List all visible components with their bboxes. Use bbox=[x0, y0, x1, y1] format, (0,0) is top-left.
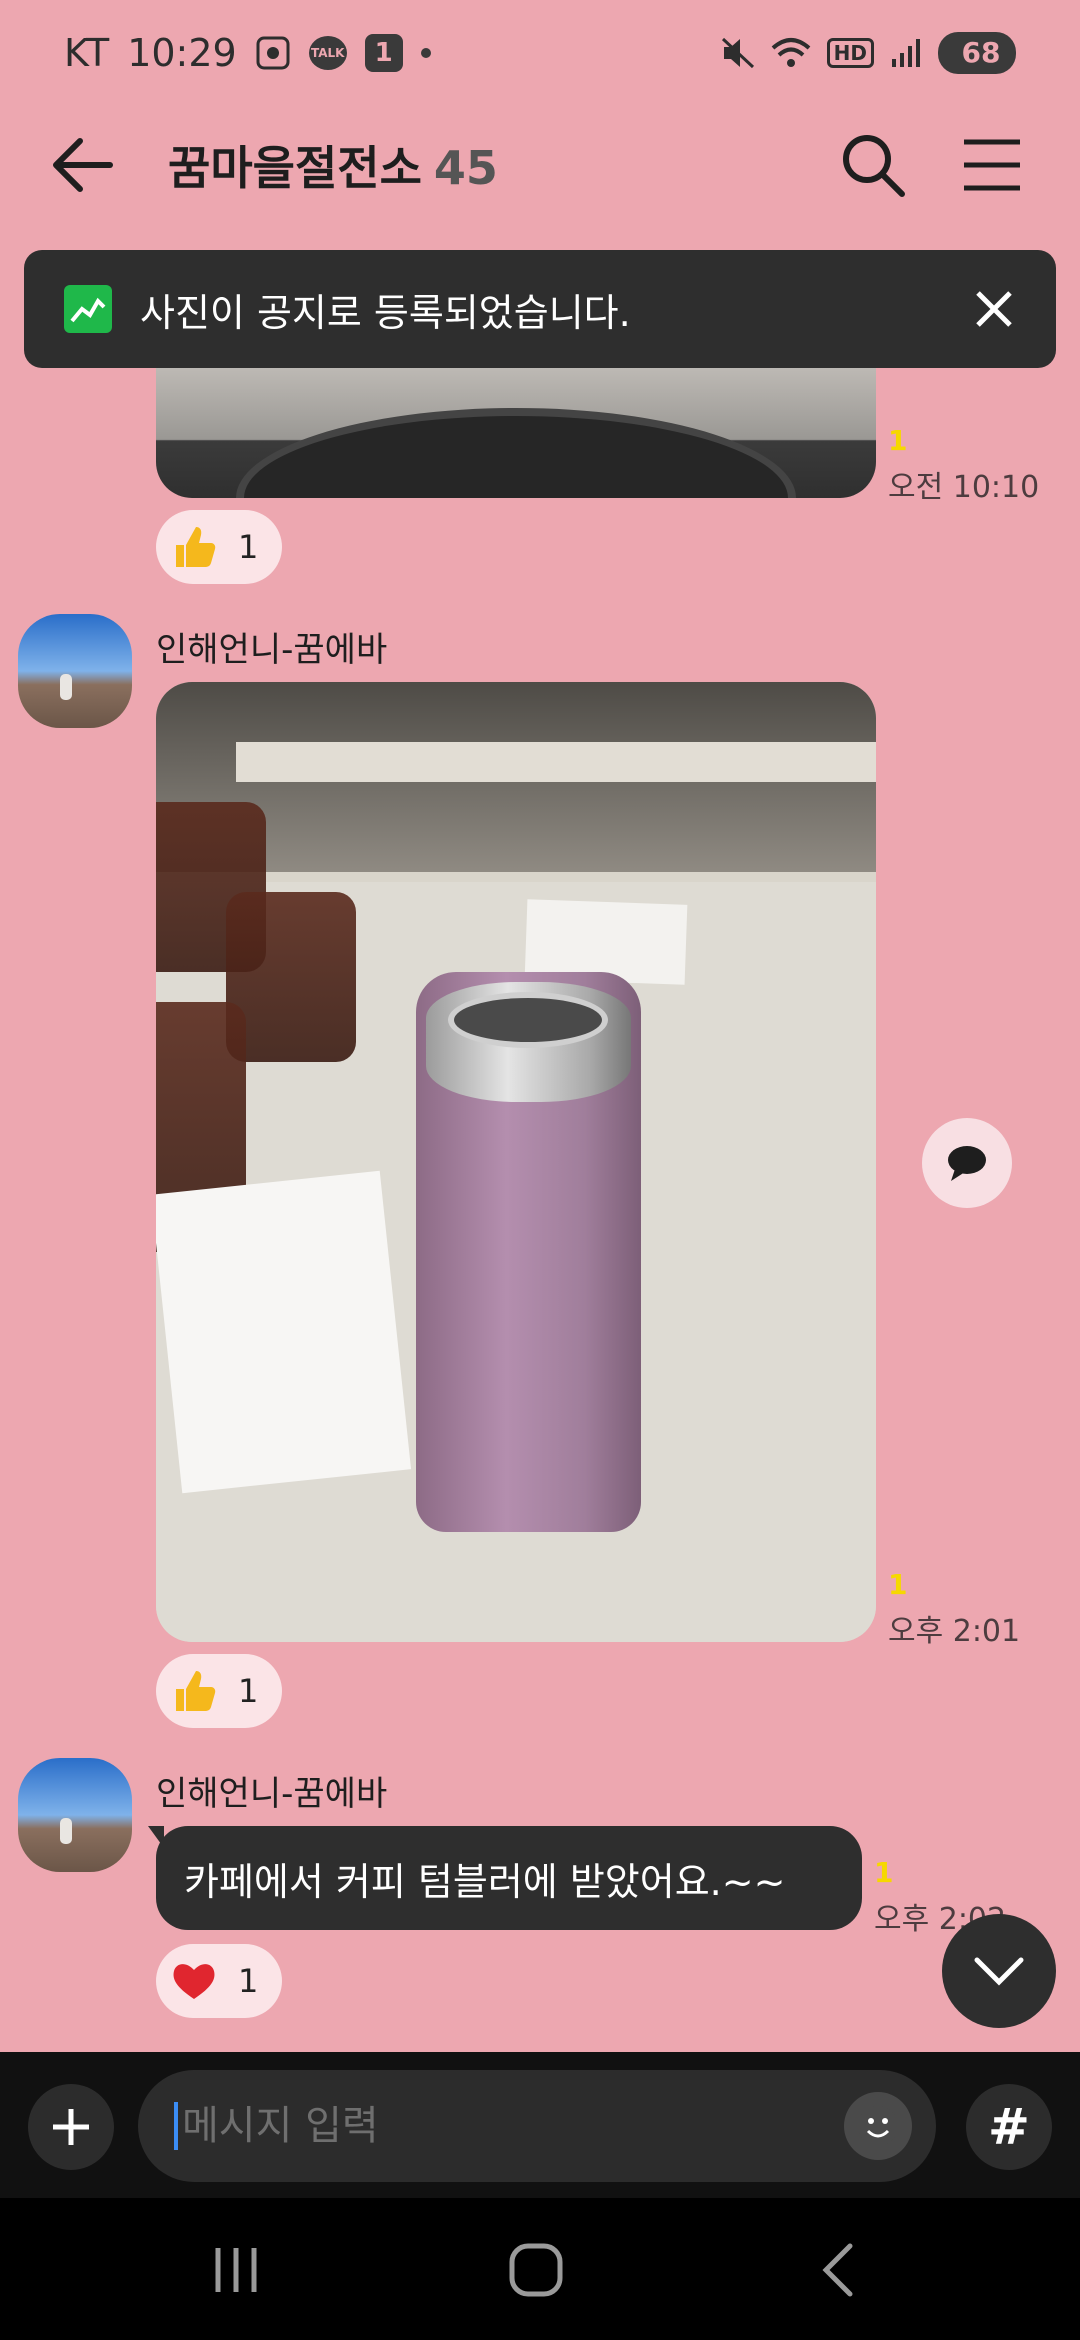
emoji-button[interactable] bbox=[844, 2092, 912, 2160]
heart-icon bbox=[173, 1964, 215, 1999]
battery-indicator: 68 bbox=[938, 31, 1016, 74]
photo-message[interactable] bbox=[156, 682, 876, 1642]
plus-icon bbox=[53, 2109, 89, 2145]
sender-name: 인해언니-꿈에바 bbox=[156, 630, 388, 670]
member-count: 45 bbox=[433, 141, 498, 195]
thumbs-up-icon bbox=[176, 527, 216, 567]
close-icon bbox=[976, 291, 1012, 327]
unread-count: 1 bbox=[874, 1856, 894, 1889]
notice-image-icon bbox=[64, 285, 112, 333]
notice-toast: 사진이 공지로 등록되었습니다. bbox=[24, 250, 1056, 368]
photo-content bbox=[236, 408, 796, 498]
close-toast-button[interactable] bbox=[972, 287, 1016, 331]
clock: 10:29 bbox=[127, 30, 237, 75]
avatar[interactable] bbox=[18, 614, 132, 728]
notice-toast-text: 사진이 공지로 등록되었습니다. bbox=[140, 290, 631, 335]
message-time: 오전 10:10 bbox=[888, 470, 1040, 505]
message-input-container bbox=[138, 2070, 936, 2182]
back-nav-button[interactable] bbox=[800, 2240, 880, 2300]
recent-apps-button[interactable] bbox=[196, 2240, 276, 2300]
signal-icon bbox=[890, 37, 922, 69]
carrier-label: KT bbox=[64, 30, 110, 75]
reaction-count: 1 bbox=[238, 1672, 259, 1710]
speech-bubble-icon bbox=[948, 1146, 986, 1181]
room-name: 꿈마을절전소 bbox=[168, 141, 422, 195]
emoji-icon bbox=[858, 2106, 898, 2146]
screenshot-icon bbox=[255, 35, 291, 71]
search-button[interactable] bbox=[840, 132, 906, 198]
notification-count-badge: 1 bbox=[364, 33, 403, 72]
recent-apps-icon bbox=[215, 2248, 257, 2292]
reaction-chip[interactable]: 1 bbox=[156, 1654, 282, 1728]
system-nav-bar bbox=[0, 2198, 1080, 2340]
hamburger-menu-icon bbox=[964, 139, 1020, 191]
battery-level: 68 bbox=[961, 36, 1001, 69]
reaction-chip[interactable]: 1 bbox=[156, 510, 282, 584]
notification-dot-icon bbox=[420, 47, 431, 58]
message-input-bar: # bbox=[0, 2052, 1080, 2198]
message-input[interactable] bbox=[182, 2103, 782, 2149]
message-time: 오후 2:01 bbox=[888, 1614, 1021, 1649]
unread-count: 1 bbox=[888, 1568, 908, 1601]
thumbs-up-icon bbox=[176, 1671, 216, 1711]
hashtag-button[interactable]: # bbox=[966, 2084, 1052, 2170]
search-icon bbox=[843, 135, 905, 197]
kakaotalk-icon: TALK bbox=[308, 35, 347, 70]
scroll-to-bottom-button[interactable] bbox=[942, 1914, 1056, 2028]
attach-button[interactable] bbox=[28, 2084, 114, 2170]
photo-message[interactable] bbox=[156, 368, 876, 498]
status-bar: KT 10:29 TALK 1 HD 68 bbox=[0, 0, 1080, 105]
reaction-count: 1 bbox=[238, 528, 259, 566]
message-text: 카페에서 커피 텀블러에 받았어요.~~ bbox=[184, 1859, 786, 1904]
home-icon bbox=[509, 2243, 563, 2297]
menu-button[interactable] bbox=[960, 136, 1024, 194]
chat-header: 꿈마을절전소 45 bbox=[0, 110, 1080, 220]
mute-icon bbox=[721, 35, 755, 71]
unread-count: 1 bbox=[888, 424, 908, 457]
sender-name: 인해언니-꿈에바 bbox=[156, 1774, 388, 1814]
reaction-count: 1 bbox=[238, 1962, 259, 2000]
wifi-icon bbox=[771, 36, 811, 70]
reaction-chip[interactable]: 1 bbox=[156, 1944, 282, 2018]
text-cursor bbox=[174, 2102, 178, 2150]
comment-button[interactable] bbox=[922, 1118, 1012, 1208]
hd-voice-icon: HD bbox=[826, 37, 874, 68]
text-message-bubble[interactable]: 카페에서 커피 텀블러에 받았어요.~~ bbox=[156, 1826, 862, 1930]
avatar[interactable] bbox=[18, 1758, 132, 1872]
chevron-left-icon bbox=[822, 2243, 853, 2297]
chevron-down-icon bbox=[974, 1957, 1024, 1986]
chat-room-title: 꿈마을절전소 45 bbox=[168, 132, 498, 198]
back-button[interactable] bbox=[50, 135, 116, 195]
home-button[interactable] bbox=[496, 2240, 576, 2300]
